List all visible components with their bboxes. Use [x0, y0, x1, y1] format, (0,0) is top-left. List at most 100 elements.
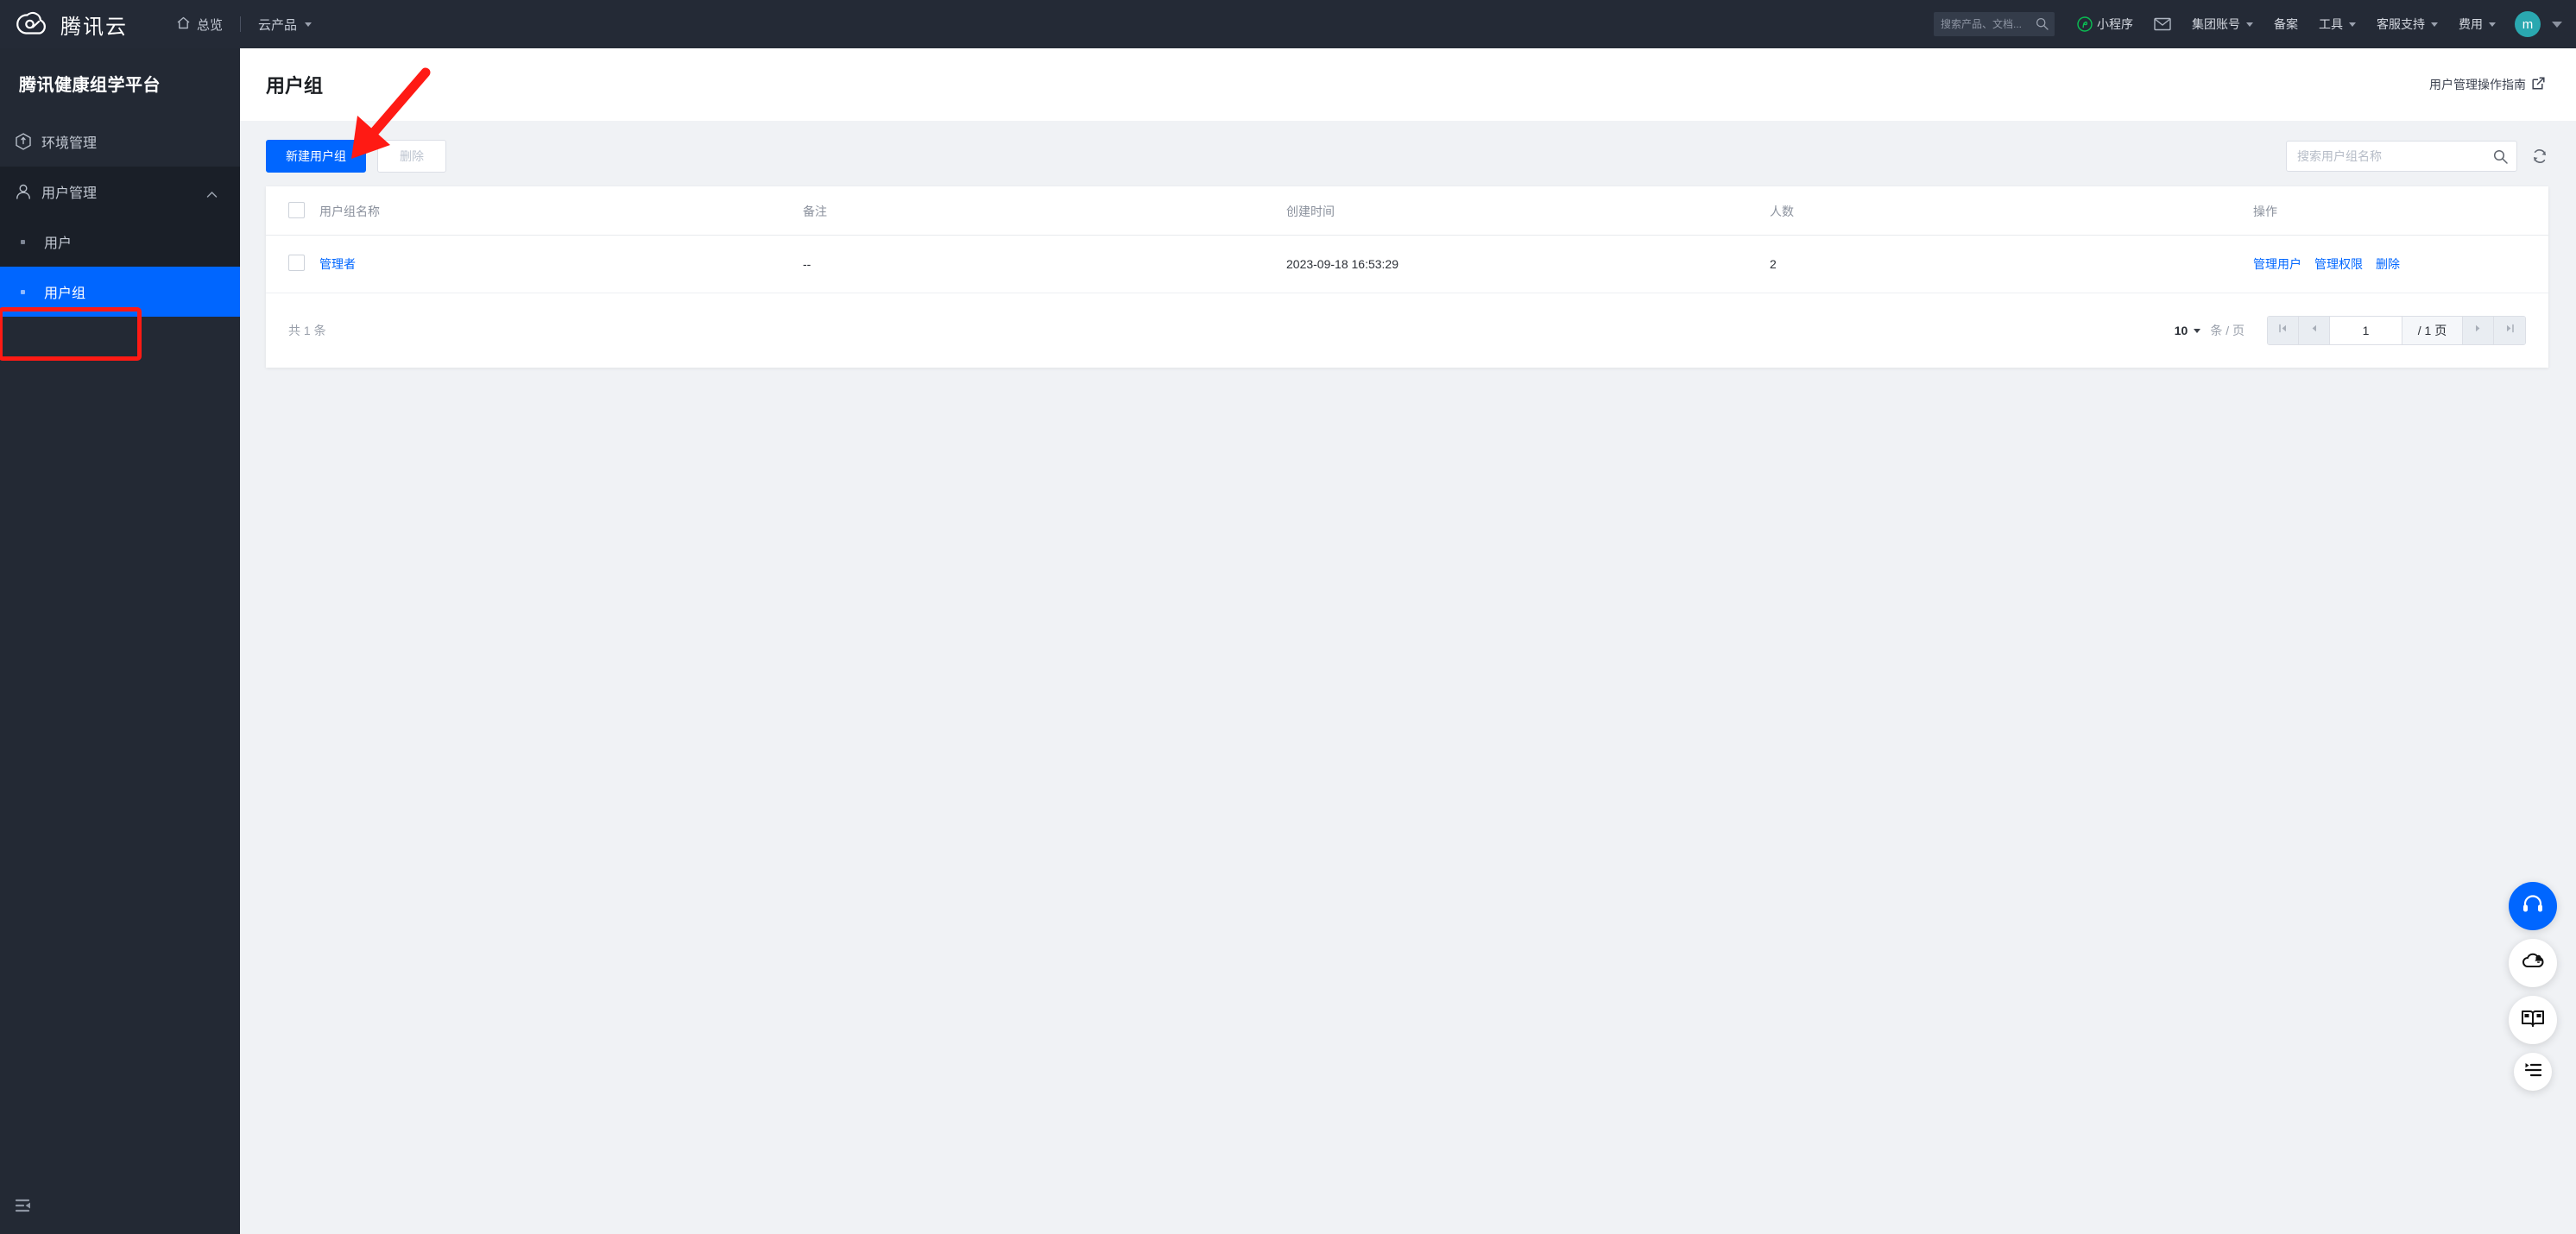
create-user-group-button[interactable]: 新建用户组: [266, 140, 366, 173]
user-group-search[interactable]: [2286, 141, 2517, 172]
page-last-icon: [2504, 323, 2516, 338]
sidebar-item-user-groups[interactable]: 用户组: [0, 267, 240, 317]
collapse-sidebar-icon[interactable]: [14, 1196, 38, 1215]
chevron-down-icon: [2431, 22, 2438, 27]
cloud-bell-icon: [2521, 950, 2545, 977]
search-icon[interactable]: [2036, 17, 2049, 35]
table-toolbar: 新建用户组 删除: [240, 121, 2576, 173]
manage-users-link[interactable]: 管理用户: [2253, 255, 2301, 273]
delete-row-link[interactable]: 删除: [2376, 255, 2400, 273]
headset-support-icon: [2521, 892, 2545, 921]
manage-permissions-link[interactable]: 管理权限: [2314, 255, 2363, 273]
nav-cloud-products[interactable]: 云产品: [244, 0, 325, 48]
nav-beian[interactable]: 备案: [2263, 0, 2308, 48]
global-search[interactable]: [1934, 12, 2055, 36]
nav-divider: [240, 16, 241, 32]
page-next-button[interactable]: [2463, 317, 2494, 344]
documentation-button[interactable]: [2509, 996, 2557, 1044]
column-header-note: 备注: [803, 186, 1286, 236]
page-prev-icon: [2308, 323, 2320, 338]
user-group-name-link[interactable]: 管理者: [319, 257, 356, 271]
chevron-down-icon: [2194, 329, 2200, 333]
sidebar-item-environment[interactable]: 环境管理: [0, 116, 240, 167]
page-size-value: 10: [2175, 324, 2188, 337]
column-header-member-count: 人数: [1770, 186, 2253, 236]
page-number-input[interactable]: [2330, 317, 2402, 344]
nav-billing[interactable]: 费用: [2448, 0, 2506, 48]
list-menu-icon: [2523, 1062, 2542, 1082]
select-all-header: [266, 186, 319, 236]
sidebar-item-users-label: 用户: [44, 231, 72, 252]
dot-icon: [21, 240, 25, 244]
sidebar-item-user-management[interactable]: 用户管理: [0, 167, 240, 217]
global-nav-left: 总览 云产品: [162, 0, 325, 48]
nav-group-account[interactable]: 集团账号: [2181, 0, 2263, 48]
miniprogram-icon: [2077, 16, 2093, 32]
table-row: 管理者 -- 2023-09-18 16:53:29 2 管理用户 管理权限 删…: [266, 236, 2548, 293]
nav-billing-label: 费用: [2459, 16, 2483, 33]
page-first-button[interactable]: [2268, 317, 2299, 344]
notifications-button[interactable]: [2509, 939, 2557, 987]
chevron-down-icon: [2349, 22, 2356, 27]
chevron-down-icon: [2552, 22, 2562, 28]
page-next-icon: [2472, 323, 2484, 338]
brand[interactable]: 腾讯云: [0, 0, 128, 48]
sidebar-item-environment-label: 环境管理: [41, 131, 97, 152]
delete-button[interactable]: 删除: [377, 140, 446, 173]
page-size-select[interactable]: 10 条 / 页: [2175, 322, 2245, 339]
sidebar-item-users[interactable]: 用户: [0, 217, 240, 267]
chevron-up-icon: [206, 187, 218, 203]
cell-note: --: [803, 236, 1286, 293]
cell-created-at: 2023-09-18 16:53:29: [1286, 236, 1770, 293]
table-head: 用户组名称 备注 创建时间 人数 操作: [266, 186, 2548, 236]
support-chat-button[interactable]: [2509, 882, 2557, 930]
row-actions: 管理用户 管理权限 删除: [2253, 255, 2548, 273]
nav-tools-label: 工具: [2319, 16, 2343, 33]
page-header: 用户组 用户管理操作指南: [240, 48, 2576, 121]
nav-overview-label: 总览: [197, 16, 223, 34]
page-title: 用户组: [266, 71, 323, 98]
page-total-label: / 1 页: [2402, 317, 2463, 344]
global-nav-right: 小程序 集团账号 备案 工具: [2067, 0, 2576, 48]
refresh-icon[interactable]: [2531, 148, 2548, 165]
search-icon[interactable]: [2493, 149, 2508, 168]
global-header: 腾讯云 总览 云产品: [0, 0, 2576, 48]
pagination: 10 条 / 页: [2175, 316, 2526, 345]
book-docs-icon: [2521, 1008, 2545, 1033]
nav-support[interactable]: 客服支持: [2366, 0, 2448, 48]
user-group-table: 用户组名称 备注 创建时间 人数 操作 管理者: [266, 186, 2548, 293]
sidebar-item-user-groups-label: 用户组: [44, 281, 85, 302]
row-checkbox[interactable]: [288, 255, 305, 271]
guide-link-label: 用户管理操作指南: [2429, 76, 2526, 93]
user-icon: [14, 182, 33, 201]
cell-actions: 管理用户 管理权限 删除: [2253, 236, 2548, 293]
tencent-cloud-logo-icon: [16, 11, 52, 37]
avatar: m: [2515, 11, 2541, 37]
row-select-cell: [266, 236, 319, 293]
nav-beian-label: 备案: [2274, 16, 2298, 33]
cell-member-count: 2: [1770, 236, 2253, 293]
user-group-search-input[interactable]: [2287, 142, 2516, 171]
quick-menu-button[interactable]: [2514, 1053, 2552, 1091]
toolbar-right: [2286, 141, 2548, 172]
nav-mail[interactable]: [2144, 0, 2181, 48]
floating-action-rail: [2509, 882, 2557, 1091]
nav-overview[interactable]: 总览: [162, 0, 237, 48]
chevron-down-icon: [2489, 22, 2496, 27]
nav-miniprogram-label: 小程序: [2097, 16, 2133, 33]
user-management-guide-link[interactable]: 用户管理操作指南: [2429, 76, 2545, 93]
page-last-button[interactable]: [2494, 317, 2525, 344]
external-link-icon: [2532, 77, 2545, 92]
user-menu[interactable]: m: [2506, 0, 2566, 48]
dot-icon: [21, 290, 25, 294]
column-header-name: 用户组名称: [319, 186, 803, 236]
cell-name: 管理者: [319, 236, 803, 293]
nav-tools[interactable]: 工具: [2308, 0, 2366, 48]
cube-icon: [14, 132, 33, 151]
page-size-unit: 条 / 页: [2210, 322, 2245, 339]
sidebar: 腾讯健康组学平台 环境管理 用户管理: [0, 48, 240, 1234]
page-prev-button[interactable]: [2299, 317, 2330, 344]
select-all-checkbox[interactable]: [288, 202, 305, 218]
nav-miniprogram[interactable]: 小程序: [2067, 0, 2144, 48]
page-first-icon: [2277, 323, 2289, 338]
